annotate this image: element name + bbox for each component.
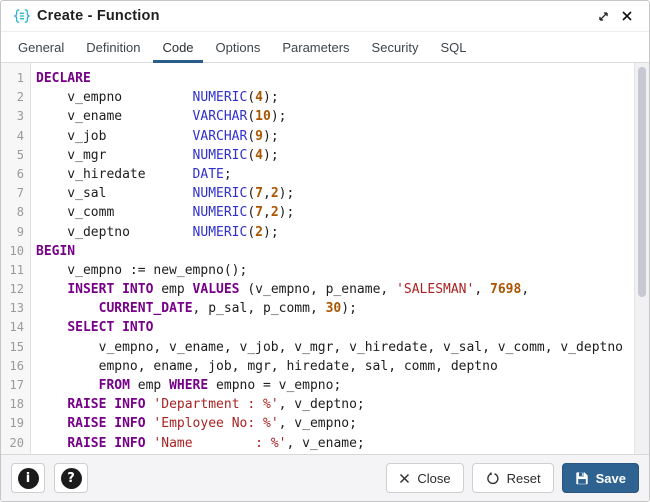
tab-options[interactable]: Options bbox=[207, 32, 270, 62]
code-line: DECLARE bbox=[36, 69, 649, 88]
code-line: v_sal NUMERIC(7,2); bbox=[36, 184, 649, 203]
code-line: RAISE INFO 'Salary : %', v_sal; bbox=[36, 453, 649, 454]
code-line: v_mgr NUMERIC(4); bbox=[36, 146, 649, 165]
tab-definition[interactable]: Definition bbox=[77, 32, 149, 62]
create-function-dialog: Create - Function GeneralDefinitionCodeO… bbox=[0, 0, 650, 502]
save-button[interactable]: Save bbox=[562, 463, 639, 493]
line-number: 16 bbox=[1, 357, 24, 376]
line-number: 2 bbox=[1, 88, 24, 107]
code-line: v_empno, v_ename, v_job, v_mgr, v_hireda… bbox=[36, 338, 649, 357]
info-button[interactable]: i bbox=[11, 463, 45, 493]
code-line: v_ename VARCHAR(10); bbox=[36, 107, 649, 126]
tab-code[interactable]: Code bbox=[153, 32, 202, 62]
line-number-gutter: 123456789101112131415161718192021 bbox=[1, 63, 31, 454]
line-number: 10 bbox=[1, 242, 24, 261]
line-number: 21 bbox=[1, 453, 24, 454]
save-icon bbox=[575, 471, 589, 485]
save-button-label: Save bbox=[596, 471, 626, 486]
reset-button-label: Reset bbox=[507, 471, 541, 486]
line-number: 7 bbox=[1, 184, 24, 203]
reset-icon bbox=[485, 471, 500, 486]
help-button[interactable]: ? bbox=[54, 463, 88, 493]
tab-security[interactable]: Security bbox=[363, 32, 428, 62]
code-line: RAISE INFO 'Employee No: %', v_empno; bbox=[36, 414, 649, 433]
line-number: 17 bbox=[1, 376, 24, 395]
maximize-button[interactable] bbox=[591, 4, 615, 28]
line-number: 20 bbox=[1, 434, 24, 453]
code-line: RAISE INFO 'Department : %', v_deptno; bbox=[36, 395, 649, 414]
tab-parameters[interactable]: Parameters bbox=[273, 32, 358, 62]
code-line: BEGIN bbox=[36, 242, 649, 261]
function-icon bbox=[13, 7, 31, 25]
line-number: 6 bbox=[1, 165, 24, 184]
line-number: 15 bbox=[1, 338, 24, 357]
code-line: RAISE INFO 'Name : %', v_ename; bbox=[36, 434, 649, 453]
code-line: empno, ename, job, mgr, hiredate, sal, c… bbox=[36, 357, 649, 376]
reset-button[interactable]: Reset bbox=[472, 463, 554, 493]
vertical-scrollbar[interactable] bbox=[634, 63, 649, 454]
tab-bar: GeneralDefinitionCodeOptionsParametersSe… bbox=[1, 32, 649, 63]
close-button-label: Close bbox=[417, 471, 450, 486]
line-number: 9 bbox=[1, 223, 24, 242]
footer-bar: i ? Close Reset S bbox=[1, 454, 649, 501]
code-line: v_empno := new_empno(); bbox=[36, 261, 649, 280]
line-number: 12 bbox=[1, 280, 24, 299]
line-number: 4 bbox=[1, 127, 24, 146]
code-line: v_comm NUMERIC(7,2); bbox=[36, 203, 649, 222]
tab-general[interactable]: General bbox=[9, 32, 73, 62]
code-editor[interactable]: 123456789101112131415161718192021 DECLAR… bbox=[1, 63, 649, 454]
code-line: v_job VARCHAR(9); bbox=[36, 127, 649, 146]
code-content[interactable]: DECLARE v_empno NUMERIC(4); v_ename VARC… bbox=[31, 63, 649, 454]
help-icon: ? bbox=[61, 468, 82, 489]
close-icon bbox=[621, 10, 633, 22]
code-line: v_hiredate DATE; bbox=[36, 165, 649, 184]
scrollbar-thumb[interactable] bbox=[638, 67, 646, 297]
dialog-title: Create - Function bbox=[37, 8, 160, 24]
close-button[interactable]: Close bbox=[386, 463, 463, 493]
line-number: 13 bbox=[1, 299, 24, 318]
code-line: FROM emp WHERE empno = v_empno; bbox=[36, 376, 649, 395]
code-line: CURRENT_DATE, p_sal, p_comm, 30); bbox=[36, 299, 649, 318]
line-number: 19 bbox=[1, 414, 24, 433]
code-line: v_empno NUMERIC(4); bbox=[36, 88, 649, 107]
code-line: INSERT INTO emp VALUES (v_empno, p_ename… bbox=[36, 280, 649, 299]
line-number: 1 bbox=[1, 69, 24, 88]
close-x-icon bbox=[399, 473, 410, 484]
line-number: 3 bbox=[1, 107, 24, 126]
line-number: 5 bbox=[1, 146, 24, 165]
code-line: v_deptno NUMERIC(2); bbox=[36, 223, 649, 242]
title-bar: Create - Function bbox=[1, 1, 649, 32]
close-dialog-button[interactable] bbox=[615, 4, 639, 28]
tab-sql[interactable]: SQL bbox=[432, 32, 476, 62]
line-number: 11 bbox=[1, 261, 24, 280]
code-line: SELECT INTO bbox=[36, 318, 649, 337]
expand-icon bbox=[597, 10, 610, 23]
line-number: 18 bbox=[1, 395, 24, 414]
line-number: 8 bbox=[1, 203, 24, 222]
line-number: 14 bbox=[1, 318, 24, 337]
info-icon: i bbox=[18, 468, 39, 489]
